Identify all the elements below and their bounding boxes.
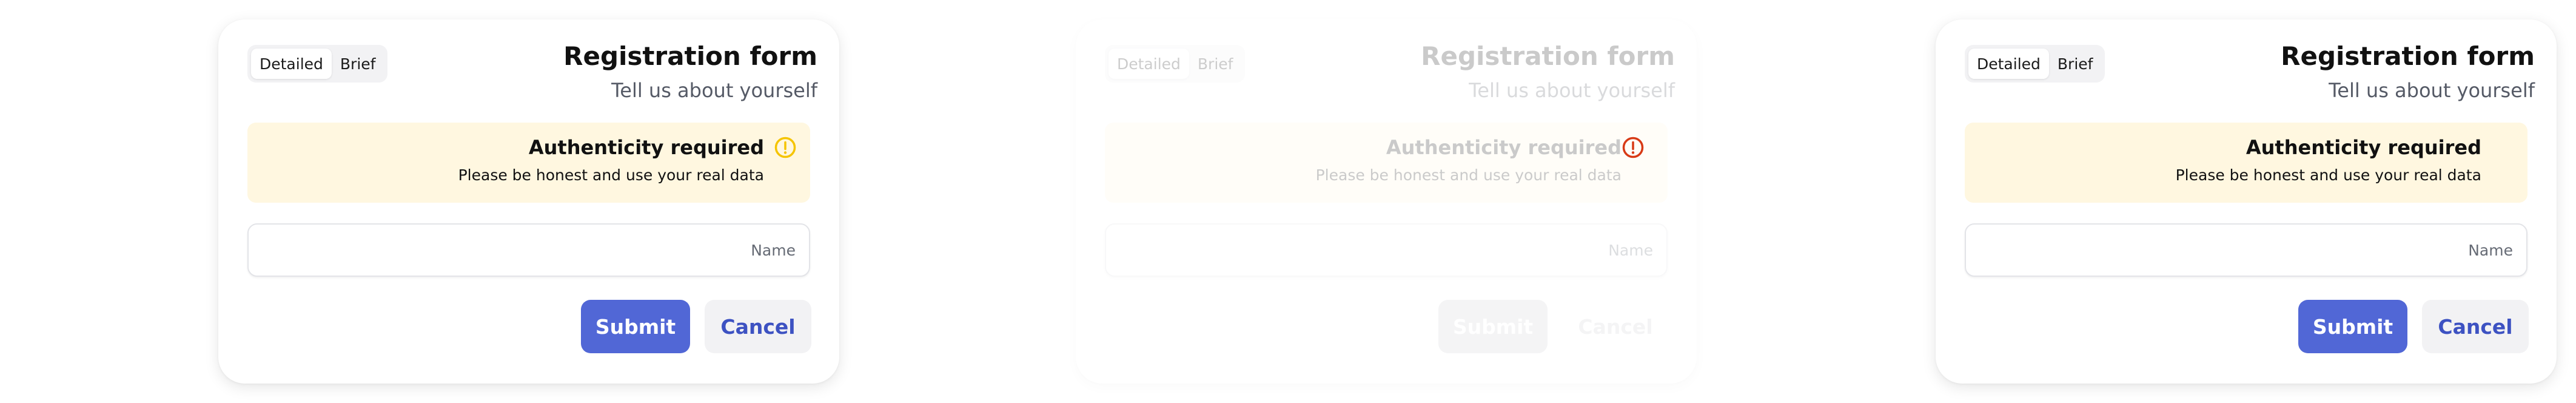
form-subtitle: Tell us about yourself: [611, 79, 817, 102]
tab-detailed[interactable]: Detailed: [251, 49, 332, 79]
view-mode-toggle: Detailed Brief: [1965, 45, 2105, 83]
alert-description: Please be honest and use your real data: [458, 166, 764, 184]
warning-alert: Authenticity required Please be honest a…: [247, 123, 810, 203]
exclamation-circle-icon: [774, 137, 796, 158]
view-mode-toggle: Detailed Brief: [247, 45, 388, 83]
registration-card-light: Detailed Brief Registration form Tell us…: [218, 19, 839, 384]
cancel-button: Cancel: [1562, 300, 1669, 353]
submit-button[interactable]: Submit: [581, 300, 690, 353]
exclamation-circle-icon: [1622, 137, 1644, 158]
cancel-button[interactable]: Cancel: [2422, 300, 2529, 353]
form-subtitle: Tell us about yourself: [2329, 79, 2535, 102]
tab-detailed[interactable]: Detailed: [1968, 49, 2049, 79]
warning-alert: Authenticity required Please be honest a…: [1105, 123, 1668, 203]
form-title: Registration form: [2281, 41, 2535, 71]
registration-card-no-icon: Detailed Brief Registration form Tell us…: [1936, 19, 2557, 384]
form-subtitle: Tell us about yourself: [1469, 79, 1675, 102]
alert-title: Authenticity required: [1386, 136, 1622, 159]
tab-detailed: Detailed: [1109, 49, 1189, 79]
name-input[interactable]: [1965, 223, 2527, 277]
form-title: Registration form: [1421, 41, 1675, 71]
submit-button[interactable]: Submit: [2298, 300, 2407, 353]
name-input[interactable]: [247, 223, 810, 277]
alert-description: Please be honest and use your real data: [2175, 166, 2481, 184]
view-mode-toggle: Detailed Brief: [1105, 45, 1246, 83]
submit-button: Submit: [1438, 300, 1548, 353]
cancel-button[interactable]: Cancel: [705, 300, 811, 353]
alert-description: Please be honest and use your real data: [1315, 166, 1622, 184]
form-title: Registration form: [563, 41, 817, 71]
registration-card-disabled: Detailed Brief Registration form Tell us…: [1076, 19, 1697, 384]
tab-brief[interactable]: Brief: [332, 49, 384, 79]
warning-alert: Authenticity required Please be honest a…: [1965, 123, 2527, 203]
tab-brief: Brief: [1197, 55, 1233, 73]
tab-brief[interactable]: Brief: [2049, 49, 2102, 79]
name-input: [1105, 223, 1668, 277]
alert-title: Authenticity required: [2246, 136, 2481, 159]
alert-title: Authenticity required: [528, 136, 764, 159]
